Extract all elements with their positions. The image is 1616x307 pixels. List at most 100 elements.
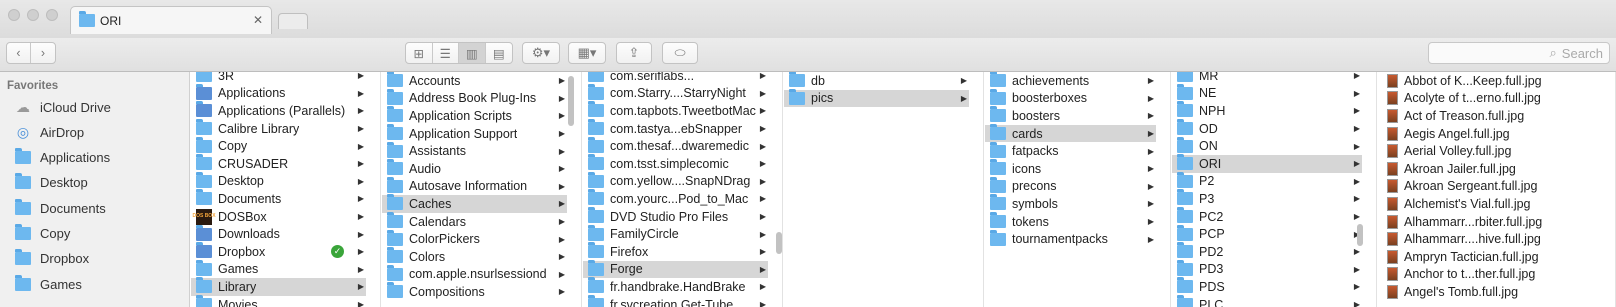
folder-row[interactable]: P2 ▶ — [1172, 171, 1362, 191]
file-row[interactable]: Ampryn Tactician.full.jpg — [1378, 248, 1601, 266]
folder-row[interactable]: fr.svcreation.Get-Tube ▶ — [583, 295, 768, 307]
file-row[interactable]: Alhammarr...rbiter.full.jpg — [1378, 213, 1601, 231]
folder-row[interactable]: cards ▶ — [985, 124, 1156, 143]
folder-row[interactable]: Dropbox ✓ ▶ — [191, 242, 366, 261]
folder-row[interactable]: 3R ▶ — [191, 72, 366, 85]
column-view-button[interactable]: ▥ — [459, 43, 486, 63]
folder-row[interactable]: FamilyCircle ▶ — [583, 224, 768, 243]
folder-row[interactable]: Forge ▶ — [583, 259, 768, 279]
folder-row[interactable]: com.seriflabs... ▶ — [583, 72, 768, 85]
folder-row[interactable]: PCP▶ — [1172, 224, 1362, 243]
minimize-window-button[interactable] — [27, 9, 39, 21]
folder-row[interactable]: NPH ▶ — [1172, 101, 1362, 120]
folder-row[interactable]: com.tastya...ebSnapper ▶ — [583, 119, 768, 138]
folder-row[interactable]: Movies ▶ — [191, 295, 366, 307]
folder-row[interactable]: achievements ▶ — [985, 72, 1156, 90]
folder-row[interactable]: ORI ▶ — [1172, 154, 1362, 173]
folder-row[interactable]: PLC ▶ — [1172, 295, 1362, 307]
forward-button[interactable]: › — [31, 43, 55, 63]
folder-row[interactable]: PDS ▶ — [1172, 277, 1362, 296]
folder-row[interactable]: Games ▶ — [191, 259, 366, 279]
folder-row[interactable]: P3 ▶ — [1172, 189, 1362, 208]
vertical-scrollbar[interactable] — [776, 232, 782, 254]
folder-row[interactable]: tokens ▶ — [985, 212, 1156, 231]
action-menu-button[interactable]: ⚙▾ — [522, 42, 560, 64]
share-button[interactable]: ⇪ — [616, 42, 652, 64]
icon-view-button[interactable]: ⊞ — [406, 43, 433, 63]
file-row[interactable]: Alhammarr....hive.full.jpg — [1378, 230, 1601, 248]
file-row[interactable]: Akroan Sergeant.full.jpg — [1378, 178, 1601, 196]
file-row[interactable]: Angel's Tomb.full.jpg — [1378, 283, 1601, 301]
folder-row[interactable]: CRUSADER ▶ — [191, 154, 366, 173]
zoom-window-button[interactable] — [46, 9, 58, 21]
folder-row[interactable]: com.tapbots.TweetbotMac ▶ — [583, 101, 768, 120]
sidebar-item-documents[interactable]: Documents — [14, 196, 106, 220]
new-tab-button[interactable] — [278, 13, 308, 29]
folder-row[interactable]: boosters ▶ — [985, 106, 1156, 125]
folder-row[interactable]: Assistants ▶ — [382, 141, 567, 160]
file-row[interactable]: Akroan Jailer.full.jpg — [1378, 160, 1601, 178]
folder-row[interactable]: OD ▶ — [1172, 119, 1362, 138]
folder-row[interactable]: NE ▶ — [1172, 83, 1362, 103]
folder-row[interactable]: com.tsst.simplecomic ▶ — [583, 154, 768, 173]
folder-row[interactable]: Calendars ▶ — [382, 212, 567, 231]
sidebar-item-copy[interactable]: Copy — [14, 222, 70, 246]
folder-row[interactable]: Accounts ▶ — [382, 72, 567, 90]
folder-row[interactable]: Documents ▶ — [191, 189, 366, 208]
folder-row[interactable]: PD3 ▶ — [1172, 259, 1362, 279]
folder-row[interactable]: boosterboxes ▶ — [985, 88, 1156, 108]
folder-row[interactable]: db ▶ — [784, 72, 969, 90]
folder-row[interactable]: tournamentpacks ▶ — [985, 229, 1156, 248]
close-window-button[interactable] — [8, 9, 20, 21]
folder-row[interactable]: ON ▶ — [1172, 136, 1362, 155]
folder-row[interactable]: Application Support ▶ — [382, 124, 567, 143]
sidebar-item-airdrop[interactable]: ◎ AirDrop — [14, 120, 84, 144]
folder-row[interactable]: Address Book Plug-Ins ▶ — [382, 88, 567, 108]
tab-close-icon[interactable]: ✕ — [253, 13, 263, 27]
folder-row[interactable]: MR ▶ — [1172, 72, 1362, 85]
sidebar-item-applications[interactable]: Applications — [14, 146, 110, 170]
tab-ori[interactable]: ORI ✕ — [70, 6, 272, 34]
back-button[interactable]: ‹ — [7, 43, 32, 63]
search-field[interactable]: ⌕ Search — [1428, 42, 1610, 64]
folder-row[interactable]: Library ▶ — [191, 277, 366, 296]
folder-row[interactable]: Audio ▶ — [382, 159, 567, 178]
arrange-menu-button[interactable]: ▦▾ — [568, 42, 606, 64]
folder-row[interactable]: Applications (Parallels) ▶ — [191, 101, 366, 120]
folder-row[interactable]: PC2 ▶ — [1172, 207, 1362, 226]
folder-row[interactable]: com.apple.nsurlsessiond ▶ — [382, 264, 567, 284]
folder-row[interactable]: precons ▶ — [985, 176, 1156, 196]
folder-row[interactable]: Copy ▶ — [191, 136, 366, 155]
cover-flow-button[interactable]: ▤ — [486, 43, 512, 63]
list-view-button[interactable]: ☰ — [433, 43, 459, 63]
folder-row[interactable]: symbols ▶ — [985, 194, 1156, 213]
sidebar-item-games[interactable]: Games — [14, 272, 82, 296]
folder-row[interactable]: com.yellow....SnapNDrag ▶ — [583, 171, 768, 191]
folder-row[interactable]: Downloads ▶ — [191, 224, 366, 243]
folder-row[interactable]: Desktop ▶ — [191, 171, 366, 191]
folder-row[interactable]: fr.handbrake.HandBrake ▶ — [583, 277, 768, 296]
file-row[interactable]: Acolyte of t...erno.full.jpg — [1378, 90, 1601, 108]
folder-row[interactable]: com.Starry....StarryNight ▶ — [583, 83, 768, 103]
folder-row[interactable]: Autosave Information ▶ — [382, 176, 567, 196]
folder-row[interactable]: com.yourc...Pod_to_Mac ▶ — [583, 189, 768, 208]
vertical-scrollbar[interactable] — [1357, 224, 1363, 246]
sidebar-item-icloud-drive[interactable]: ☁ iCloud Drive — [14, 95, 111, 119]
folder-row[interactable]: DOS BOX DOSBox ▶ — [191, 208, 366, 226]
file-row[interactable]: Act of Treason.full.jpg — [1378, 107, 1601, 125]
folder-row[interactable]: pics ▶ — [784, 88, 969, 108]
folder-row[interactable]: Applications ▶ — [191, 83, 366, 103]
folder-row[interactable]: Firefox ▶ — [583, 242, 768, 261]
folder-row[interactable]: com.thesaf...dwaremedic ▶ — [583, 136, 768, 155]
sidebar-item-dropbox[interactable]: Dropbox — [14, 247, 89, 271]
tags-button[interactable]: ⬭ — [662, 42, 698, 64]
folder-row[interactable]: PD2 ▶ — [1172, 242, 1362, 261]
folder-row[interactable]: ColorPickers ▶ — [382, 229, 567, 248]
file-row[interactable]: Anchor to t...ther.full.jpg — [1378, 266, 1601, 284]
folder-row[interactable]: Calibre Library ▶ — [191, 119, 366, 138]
folder-row[interactable]: Colors ▶ — [382, 247, 567, 266]
sidebar-item-desktop[interactable]: Desktop — [14, 171, 88, 195]
file-row[interactable]: Abbot of K...Keep.full.jpg — [1378, 72, 1601, 90]
folder-row[interactable]: icons ▶ — [985, 159, 1156, 178]
folder-row[interactable]: DVD Studio Pro Files ▶ — [583, 207, 768, 226]
